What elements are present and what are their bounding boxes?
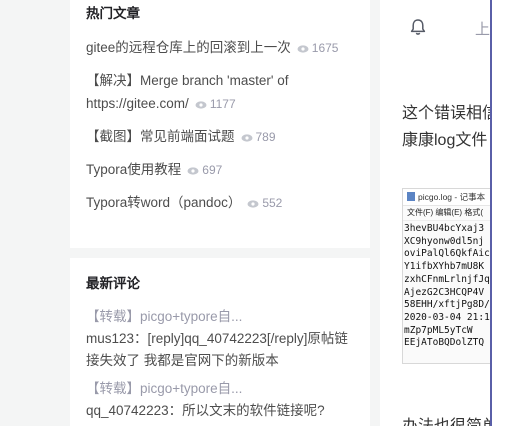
hot-article-item[interactable]: 【解决】Merge branch 'master' of https://git… [86,69,354,116]
eye-icon [195,101,207,109]
eye-icon [187,167,199,175]
latest-comments-title: 最新评论 [86,276,140,291]
notepad-line: 2020-03-04 21:14 [404,311,490,323]
view-count: 1675 [297,41,338,55]
hot-article-title[interactable]: Typora转word（pandoc） [86,195,241,210]
article-text-line: 办法也很简单 [402,412,490,426]
header-nav-label[interactable]: 上 [475,18,490,39]
hot-article-title[interactable]: Typora使用教程 [86,162,181,177]
hot-article-item[interactable]: 【截图】常见前端面试题 789 [86,125,354,149]
view-count: 552 [247,196,282,210]
hot-article-item[interactable]: Typora转word（pandoc） 552 [86,191,354,215]
comment-item: 【转载】picgo+typore自... qq_40742223：所以文末的软件… [86,378,354,422]
notepad-text-body: 3hevBU4bcYxaj3 XC9hyonw0dl5nj oviPalQl6Q… [403,221,490,350]
article-text-line: 康康log文件 [402,132,488,149]
notepad-title-bar: picgo.log - 记事本 [403,189,490,206]
hot-article-title[interactable]: 【截图】常见前端面试题 [86,129,235,144]
latest-comments-card: 最新评论 【转载】picgo+typore自... mus123：[reply]… [70,258,370,426]
eye-icon [247,200,259,208]
comment-item: 【转载】picgo+typore自... mus123：[reply]qq_40… [86,306,354,372]
notepad-line: oviPalQl6QkfAicc [404,248,490,260]
eye-icon [297,45,309,53]
bell-icon[interactable] [410,18,426,36]
notepad-line: Y1ifbXYhb7mU8K [404,261,485,273]
comment-source-link[interactable]: 【转载】picgo+typore自... [86,378,354,400]
view-count: 1177 [195,97,236,111]
hot-article-title[interactable]: 【解决】Merge branch 'master' of https://git… [86,73,288,111]
hot-articles-title: 热门文章 [86,6,140,21]
article-content-panel: 上 这个错误相信 康康log文件 picgo.log - 记事本 文件(F) 编… [380,0,490,426]
hot-article-item[interactable]: Typora使用教程 697 [86,158,354,182]
notepad-menu-bar: 文件(F) 编辑(E) 格式( [403,206,490,221]
notepad-line: 58EHH/xftjPg8D/ [404,299,490,311]
view-count: 789 [241,130,276,144]
notepad-line: EEjAToBQDolZTQ [404,337,485,349]
notepad-line: mZp7pML5yTcW [404,324,473,336]
hot-article-title[interactable]: gitee的远程仓库上的回滚到上一次 [86,40,291,55]
comment-source-link[interactable]: 【转载】picgo+typore自... [86,306,354,328]
eye-icon [241,134,252,142]
notepad-icon [407,192,415,201]
scroll-gutter [492,0,513,426]
notepad-line: zxhCFnmLrlnjfJql [404,273,490,285]
comment-text: qq_40742223：所以文末的软件链接呢? [86,403,325,418]
hot-article-item[interactable]: gitee的远程仓库上的回滚到上一次 1675 [86,36,354,60]
comment-text: mus123：[reply]qq_40742223[/reply]原帖链接失效了… [86,331,348,368]
notepad-line: 3hevBU4bcYxaj3 [404,223,485,234]
article-text-line: 这个错误相信 [402,105,490,122]
view-count: 697 [187,163,222,177]
hot-articles-card: 热门文章 gitee的远程仓库上的回滚到上一次 1675 【解决】Merge br… [70,0,370,248]
notepad-line: AjezG2C3HCQP4V [404,286,485,298]
notepad-screenshot: picgo.log - 记事本 文件(F) 编辑(E) 格式( 3hevBU4b… [402,188,490,364]
notepad-line: XC9hyonw0dl5nj [404,235,485,247]
